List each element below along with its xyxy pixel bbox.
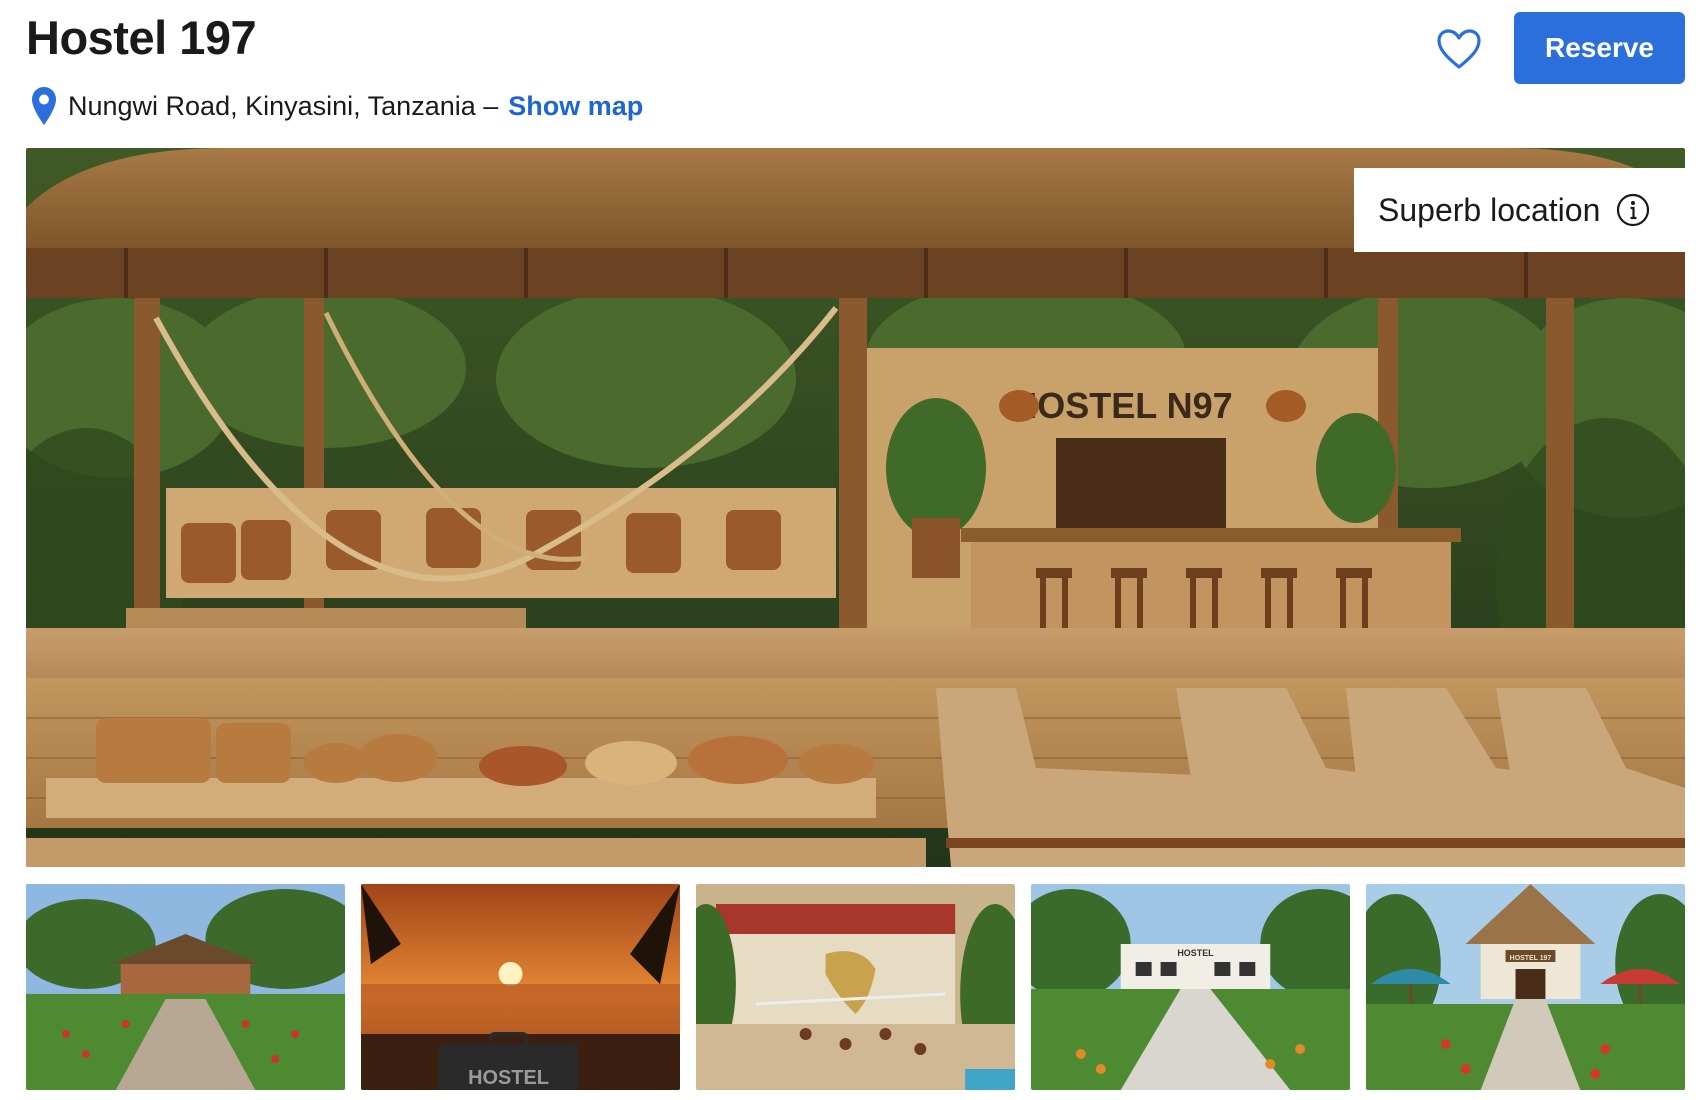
thumb-sign-text: HOSTEL 197 — [1510, 955, 1552, 962]
show-map-link[interactable]: Show map — [508, 91, 643, 122]
reserve-button[interactable]: Reserve — [1514, 12, 1685, 84]
thumbnail-image — [696, 884, 1015, 1090]
location-pin-icon — [32, 87, 56, 125]
address-text: Nungwi Road, Kinyasini, Tanzania – — [68, 90, 499, 121]
info-icon[interactable] — [1616, 193, 1650, 227]
thumbnail-image: HOSTEL 197 — [1366, 884, 1685, 1090]
hero-sign-text: HOSTEL N97 — [1011, 385, 1232, 426]
thumbnail-1[interactable] — [26, 884, 345, 1090]
hero-image: HOSTEL N97 — [26, 148, 1685, 867]
page-title: Hostel 197 — [26, 11, 257, 64]
superb-location-badge[interactable]: Superb location — [1354, 168, 1685, 252]
hero-photo[interactable]: HOSTEL N97 — [26, 148, 1685, 867]
photo-thumbnails: HOSTEL HOSTEL HOSTEL 197 — [26, 884, 1685, 1090]
address-row: Nungwi Road, Kinyasini, Tanzania – Show … — [30, 86, 643, 126]
heart-icon[interactable] — [1436, 28, 1482, 70]
thumbnail-4[interactable]: HOSTEL — [1031, 884, 1350, 1090]
thumbnail-image — [26, 884, 345, 1090]
badge-label: Superb location — [1378, 191, 1601, 228]
thumbnail-3[interactable] — [696, 884, 1015, 1090]
suitcase-text: HOSTEL — [468, 1067, 549, 1089]
thumbnail-5[interactable]: HOSTEL 197 — [1366, 884, 1685, 1090]
thumbnail-2[interactable]: HOSTEL — [361, 884, 680, 1090]
thumb-sign-text: HOSTEL — [1177, 948, 1214, 958]
thumbnail-image: HOSTEL — [361, 884, 680, 1090]
thumbnail-image: HOSTEL — [1031, 884, 1350, 1090]
